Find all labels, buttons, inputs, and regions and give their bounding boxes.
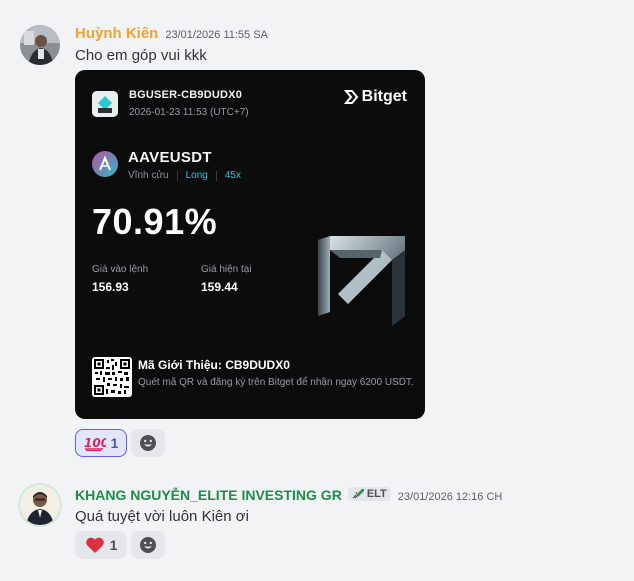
message-header: Huỳnh Kiên 23/01/2026 11:55 SA (75, 25, 268, 42)
add-reaction-button[interactable] (131, 531, 165, 559)
bitget-share-card[interactable]: BGUSER-CB9DUDX0 2026-01-23 11:53 (UTC+7)… (75, 70, 425, 419)
add-emoji-icon (140, 435, 156, 451)
referral-description: Quét mã QR và đăng ký trên Bitget để nhậ… (138, 377, 414, 388)
entry-price-label: Giá vào lệnh (92, 264, 149, 275)
heart-icon (85, 536, 105, 554)
message-1: Huỳnh Kiên 23/01/2026 11:55 SA Cho em gó… (0, 0, 634, 470)
message-text: Quá tuyệt vời luôn Kiên ơi (75, 508, 249, 525)
aave-coin-icon (92, 151, 118, 177)
hundred-points-icon: 100 (84, 435, 106, 451)
entry-price-value: 156.93 (92, 280, 129, 294)
trading-pair: AAVEUSDT (128, 149, 212, 166)
svg-text:100: 100 (84, 436, 106, 450)
reaction-100[interactable]: 100 1 (75, 429, 127, 457)
bitget-logo: Bitget (343, 88, 407, 106)
arrow-3d-icon (310, 230, 415, 340)
username[interactable]: Huỳnh Kiên (75, 25, 158, 42)
current-price-value: 159.44 (201, 280, 238, 294)
position-side: Long (185, 170, 208, 181)
add-reaction-button[interactable] (131, 429, 165, 457)
card-datetime: 2026-01-23 11:53 (UTC+7) (129, 107, 249, 118)
divider (215, 170, 217, 181)
reaction-heart[interactable]: 1 (75, 531, 127, 559)
rocket-icon (352, 489, 364, 499)
referral-qr-code (92, 357, 132, 397)
position-tags: Vĩnh cửu Long 45x (128, 170, 241, 181)
timestamp: 23/01/2026 11:55 SA (165, 29, 268, 41)
referral-title: Mã Giới Thiệu: CB9DUDX0 (138, 358, 290, 372)
message-text: Cho em góp vui kkk (75, 47, 207, 64)
pnl-percent: 70.91% (92, 201, 218, 242)
reaction-count: 1 (110, 435, 119, 451)
current-price-label: Giá hiện tại (201, 264, 252, 275)
message-2: KHANG NGUYỄN_ELITE INVESTING GR ELT 23/0… (0, 470, 634, 581)
badge-label: ELT (366, 487, 387, 500)
avatar-khang-nguyen[interactable] (20, 485, 60, 525)
username[interactable]: KHANG NGUYỄN_ELITE INVESTING GR (75, 487, 342, 503)
profile-logo-icon (92, 91, 118, 117)
avatar-huynh-kien[interactable] (20, 25, 60, 65)
add-emoji-icon (140, 537, 156, 553)
timestamp: 23/01/2026 12:16 CH (397, 491, 503, 503)
divider (176, 170, 178, 181)
leverage: 45x (224, 170, 241, 181)
bitget-mark-icon (343, 90, 358, 104)
contract-type: Vĩnh cửu (128, 170, 169, 181)
reaction-count: 1 (109, 537, 118, 553)
bitget-brand-text: Bitget (361, 88, 407, 105)
user-id: BGUSER-CB9DUDX0 (129, 89, 243, 101)
role-badge: ELT (347, 486, 391, 501)
message-header: KHANG NGUYỄN_ELITE INVESTING GR ELT 23/0… (75, 486, 503, 503)
